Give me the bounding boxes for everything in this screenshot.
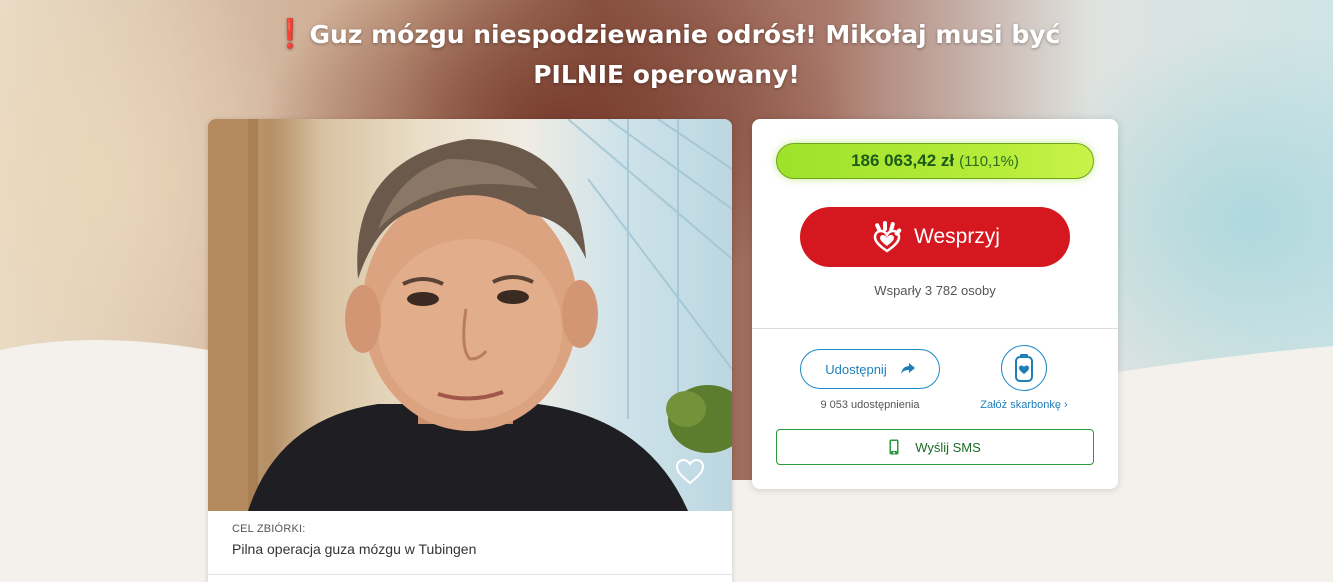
share-label: Udostępnij <box>825 361 887 377</box>
share-arrow-icon <box>900 363 915 374</box>
send-sms-button[interactable]: Wyślij SMS <box>776 429 1094 465</box>
supporters-count: Wsparły 3 782 osoby <box>874 283 996 298</box>
support-label: Wesprzyj <box>914 225 1000 248</box>
campaign-goal: CEL ZBIÓRKI: Pilna operacja guza mózgu w… <box>208 511 732 569</box>
piggy-bank-button[interactable] <box>1001 345 1047 391</box>
sms-label: Wyślij SMS <box>915 439 981 455</box>
goal-divider <box>208 574 732 575</box>
goal-text: Pilna operacja guza mózgu w Tubingen <box>232 541 477 557</box>
collected-amount: 186 063,42 zł <box>851 151 955 170</box>
support-button[interactable]: Wesprzyj <box>800 207 1070 267</box>
share-button[interactable]: Udostępnij <box>800 349 940 389</box>
heart-outline-icon <box>676 459 704 485</box>
page-title: ❗Guz mózgu niespodziewanie odrósł! Mikoł… <box>272 17 1061 89</box>
collected-percent: (110,1%) <box>959 152 1019 170</box>
create-piggy-bank-link[interactable]: Załóż skarbonkę › <box>966 399 1082 411</box>
favorite-button[interactable] <box>676 459 706 489</box>
campaign-photo <box>208 119 732 511</box>
piggy-bank-icon <box>1015 354 1033 382</box>
goal-label: CEL ZBIÓRKI: <box>232 523 306 535</box>
donation-panel: 186 063,42 zł (110,1%) Wesprzyj Wsparły … <box>752 119 1118 489</box>
exclamation-icon: ❗ <box>272 17 308 50</box>
progress-bar: 186 063,42 zł (110,1%) <box>776 143 1094 179</box>
hand-heart-icon <box>873 221 902 253</box>
panel-divider <box>752 328 1118 329</box>
share-count: 9 053 udostępnienia <box>820 399 920 411</box>
phone-icon <box>889 439 899 455</box>
campaign-photo-card: CEL ZBIÓRKI: Pilna operacja guza mózgu w… <box>208 119 732 582</box>
boy-portrait-illustration <box>208 119 732 511</box>
